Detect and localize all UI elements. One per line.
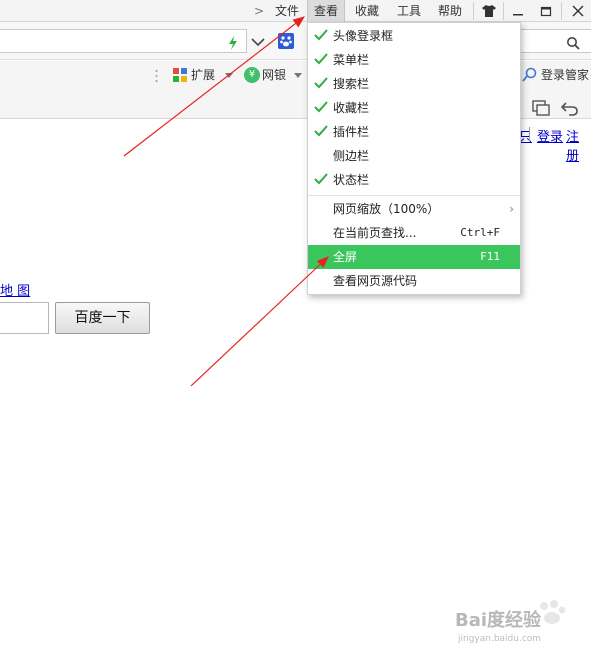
baidu-search-button[interactable]: 百度一下 <box>55 302 150 334</box>
copy-icon[interactable] <box>532 100 550 116</box>
tshirt-icon[interactable] <box>474 0 504 22</box>
login-manager-label[interactable]: 登录管家 <box>541 66 589 84</box>
menu-separator <box>308 195 520 196</box>
chevron-right-icon: › <box>509 202 514 216</box>
menu-favorites[interactable]: 收藏 <box>348 0 386 22</box>
bank-label[interactable]: 网银 <box>262 66 286 84</box>
watermark-brand: Bai度经验 <box>455 610 542 631</box>
register-link[interactable]: 注册 <box>566 126 591 164</box>
address-input[interactable] <box>0 29 247 53</box>
login-link[interactable]: 登录 <box>537 126 563 145</box>
check-icon <box>314 53 328 65</box>
menu-item-pluginbar[interactable]: 插件栏 <box>308 120 520 144</box>
caret-down-icon[interactable] <box>225 73 233 78</box>
menu-item-fullscreen[interactable]: 全屏 F11 <box>308 245 520 269</box>
check-icon <box>314 173 328 185</box>
shortcut-label: F11 <box>480 250 500 263</box>
bank-icon[interactable]: ¥ <box>244 67 260 83</box>
baidu-search-input[interactable] <box>0 302 49 334</box>
login-manager-icon[interactable] <box>522 67 538 83</box>
menu-view[interactable]: 查看 <box>307 0 345 22</box>
menu-item-avatar-login[interactable]: 头像登录框 <box>308 24 520 48</box>
shortcut-label: Ctrl+F <box>460 226 500 239</box>
watermark-url: jingyan.baidu.com <box>458 634 542 644</box>
extensions-icon[interactable] <box>172 67 188 83</box>
undo-icon[interactable] <box>561 99 579 117</box>
menu-item-menubar[interactable]: 菜单栏 <box>308 48 520 72</box>
minimize-icon[interactable] <box>503 0 533 22</box>
map-link[interactable]: 地 图 <box>0 280 30 299</box>
check-icon <box>314 101 328 113</box>
view-menu-dropdown: 头像登录框 菜单栏 搜索栏 收藏栏 插件栏 侧边栏 状态栏 网页缩放（100%）… <box>307 22 521 295</box>
close-icon[interactable] <box>563 0 591 22</box>
menu-item-find[interactable]: 在当前页查找... Ctrl+F <box>308 221 520 245</box>
menu-item-searchbar[interactable]: 搜索栏 <box>308 72 520 96</box>
baidu-paw-icon[interactable] <box>278 33 294 49</box>
divider <box>561 2 562 20</box>
menu-item-zoom[interactable]: 网页缩放（100%） › <box>308 197 520 221</box>
restore-icon[interactable] <box>531 0 561 22</box>
menu-tools[interactable]: 工具 <box>390 0 428 22</box>
chevron-down-icon[interactable] <box>250 36 266 48</box>
menu-item-sidebar[interactable]: 侧边栏 <box>308 144 520 168</box>
menu-item-view-source[interactable]: 查看网页源代码 <box>308 269 520 293</box>
menu-item-statusbar[interactable]: 状态栏 <box>308 168 520 192</box>
check-icon <box>314 77 328 89</box>
caret-down-icon[interactable] <box>294 73 302 78</box>
divider <box>529 127 530 141</box>
check-icon <box>314 29 328 41</box>
chevron-right-icon[interactable]: > <box>254 3 266 19</box>
menu-help[interactable]: 帮助 <box>431 0 469 22</box>
menu-file[interactable]: 文件 <box>268 0 306 22</box>
check-icon <box>314 125 328 137</box>
menu-item-favoritesbar[interactable]: 收藏栏 <box>308 96 520 120</box>
drag-handle-icon[interactable] <box>155 69 158 83</box>
extensions-label[interactable]: 扩展 <box>191 66 215 84</box>
lightning-icon <box>229 36 237 50</box>
search-icon[interactable] <box>566 36 580 50</box>
menu-bar: > 文件 查看 收藏 工具 帮助 <box>0 0 591 22</box>
